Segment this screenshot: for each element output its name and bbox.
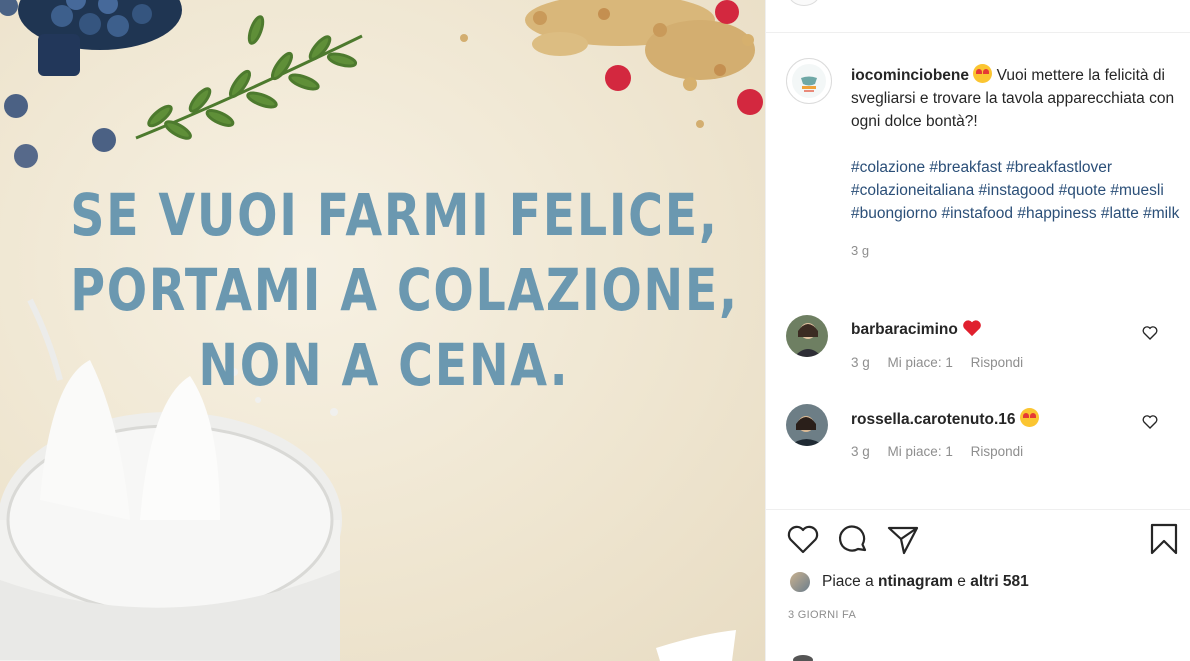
blueberry-bowl-illustration — [0, 0, 182, 168]
reply-button[interactable]: Rispondi — [971, 355, 1024, 370]
heart-eyes-emoji-icon — [1019, 408, 1039, 427]
comment-username[interactable]: barbaracimino — [851, 319, 982, 339]
header-avatar[interactable] — [788, 0, 820, 6]
comment-meta: 3 g Mi piace: 1 Rispondi — [851, 444, 1037, 459]
likes-middle: e — [957, 573, 966, 590]
author-avatar[interactable] — [786, 58, 832, 104]
like-icon[interactable] — [786, 522, 820, 556]
commenter-avatar[interactable] — [786, 404, 828, 446]
heart-eyes-emoji-icon — [973, 64, 993, 83]
quote-line: NON A CENA. — [198, 331, 570, 399]
comment-time[interactable]: 3 g — [851, 444, 870, 459]
caption-timestamp[interactable]: 3 g — [851, 239, 1181, 262]
actions-divider — [766, 509, 1190, 510]
comment-likes[interactable]: Mi piace: 1 — [888, 444, 953, 459]
commenter-avatar[interactable] — [786, 315, 828, 357]
comment-like-icon[interactable] — [1142, 325, 1158, 341]
cup-logo-illustration — [656, 630, 736, 661]
share-icon[interactable] — [886, 522, 920, 556]
bookmark-icon[interactable] — [1147, 522, 1181, 556]
post-image[interactable]: SE VUOI FARMI FELICE, PORTAMI A COLAZION… — [0, 0, 765, 661]
caption-body: iocominciobene Vuoi mettere la felicità … — [851, 64, 1181, 262]
red-heart-icon — [962, 320, 981, 337]
comment-icon[interactable] — [836, 522, 870, 556]
post-action-bar — [786, 522, 1181, 558]
liker-avatar — [788, 570, 812, 594]
herb-sprig-illustration — [135, 15, 363, 140]
comment-item: barbaracimino 3 g Mi piace: 1 Rispondi — [786, 315, 1186, 385]
post-side-panel: iocominciobene Vuoi mettere la felicità … — [765, 0, 1190, 661]
quote-line: SE VUOI FARMI FELICE, — [70, 181, 719, 249]
likes-prefix: Piace a — [822, 573, 874, 590]
comment-username[interactable]: rossella.carotenuto.16 — [851, 408, 1039, 429]
granola-illustration — [460, 0, 755, 128]
comment-time[interactable]: 3 g — [851, 355, 870, 370]
brand-logo-icon — [792, 64, 826, 98]
post-quote: SE VUOI FARMI FELICE, PORTAMI A COLAZION… — [70, 178, 739, 403]
comment-item: rossella.carotenuto.16 3 g Mi piace: 1 R… — [786, 404, 1186, 474]
caption-hashtags[interactable]: #colazione #breakfast #breakfastlover #c… — [851, 156, 1181, 225]
quote-line: PORTAMI A COLAZIONE, — [70, 256, 739, 324]
reply-button[interactable]: Rispondi — [971, 444, 1024, 459]
author-username[interactable]: iocominciobene — [851, 67, 969, 84]
header-divider — [766, 32, 1190, 33]
likes-summary[interactable]: Piace a ntinagram e altri 581 — [788, 569, 1029, 595]
post-date[interactable]: 3 GIORNI FA — [788, 609, 856, 621]
comment-likes[interactable]: Mi piace: 1 — [888, 355, 953, 370]
comment-like-icon[interactable] — [1142, 414, 1158, 430]
liker-username[interactable]: ntinagram — [878, 573, 953, 591]
comment-input-icon[interactable] — [793, 655, 813, 661]
likes-others-count[interactable]: altri 581 — [970, 573, 1029, 591]
comment-meta: 3 g Mi piace: 1 Rispondi — [851, 355, 1037, 370]
